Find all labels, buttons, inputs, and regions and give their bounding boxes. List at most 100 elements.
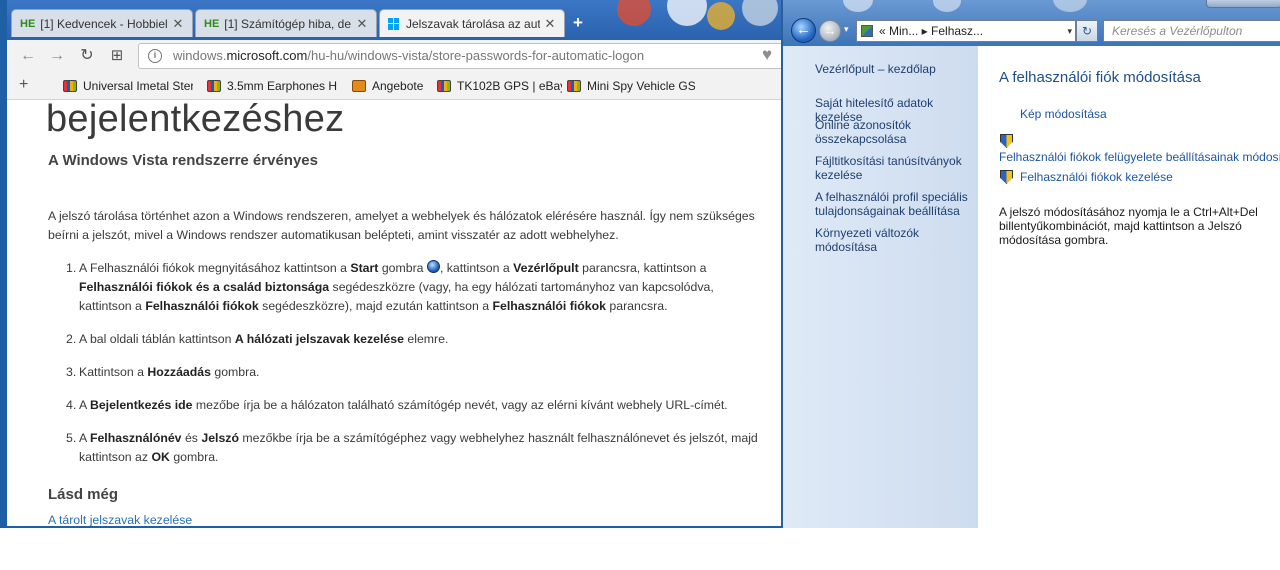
change-picture-link[interactable]: Kép módosítása bbox=[1020, 107, 1107, 121]
control-panel-main: A felhasználói fiók módosítása Kép módos… bbox=[978, 46, 1280, 528]
manage-user-accounts-link[interactable]: Felhasználói fiókok kezelése bbox=[1020, 170, 1173, 184]
bookmark-universal-imetal[interactable]: Universal Imetal Stere bbox=[63, 79, 193, 93]
page-title: bejelentkezéshez bbox=[46, 101, 345, 140]
back-button[interactable]: ← bbox=[18, 46, 38, 66]
control-panel-icon bbox=[861, 25, 873, 37]
url-prefix: windows. bbox=[173, 48, 227, 63]
bookmark-heart-icon[interactable]: ♥ bbox=[762, 45, 772, 65]
bookmark-earphones[interactable]: 3.5mm Earphones He bbox=[207, 79, 337, 93]
history-dropdown-icon[interactable]: ▾ bbox=[844, 24, 849, 35]
desktop-decoration bbox=[617, 0, 651, 26]
tab-close-icon[interactable]: ✕ bbox=[544, 16, 556, 32]
sidebar-item-advanced-profile-properties[interactable]: A felhasználói profil speciális tulajdon… bbox=[815, 190, 975, 218]
windows-start-orb-icon bbox=[426, 260, 440, 273]
tab-close-icon[interactable]: ✕ bbox=[356, 16, 368, 32]
step-text: Kattintson a Hozzáadás gombra. bbox=[79, 365, 260, 379]
step-number: 2. bbox=[66, 332, 77, 346]
ebay-icon bbox=[567, 80, 581, 92]
bookmark-label: Mini Spy Vehicle GSM bbox=[587, 79, 695, 93]
change-uac-settings-link[interactable]: Felhasználói fiókok felügyelete beállítá… bbox=[999, 150, 1280, 164]
control-panel-sidebar: Vezérlőpult – kezdőlap Saját hitelesítő … bbox=[783, 46, 978, 528]
web-page-content: bejelentkezéshez A Windows Vista rendsze… bbox=[7, 101, 781, 526]
he-favicon-icon: HE bbox=[204, 17, 220, 30]
bookmark-label: TK102B GPS | eBay bbox=[457, 79, 562, 93]
forward-button[interactable]: → bbox=[47, 46, 67, 66]
list-item: 3. Kattintson a Hozzáadás gombra. bbox=[66, 363, 768, 382]
control-panel-navbar: ← → ▾ « Min... ▸ Felhasz... ▾ ↻ Keresés … bbox=[783, 0, 1280, 46]
tab-strip: HE [1] Kedvencek - Hobbielek ✕ HE [1] Sz… bbox=[7, 0, 781, 40]
desktop-decoration bbox=[843, 0, 873, 12]
bookmarks-bar: + Universal Imetal Stere 3.5mm Earphones… bbox=[7, 72, 781, 100]
desktop-decoration bbox=[667, 0, 707, 26]
sidebar-item-link-online-ids[interactable]: Online azonosítók összekapcsolása bbox=[815, 118, 975, 146]
steps-list: 1. A Felhasználói fiókok megnyitásához k… bbox=[66, 259, 768, 481]
step-number: 1. bbox=[66, 261, 77, 275]
list-item: 5. A Felhasználónév és Jelszó mezőkbe ír… bbox=[66, 429, 768, 467]
desktop-screen: HE [1] Kedvencek - Hobbielek ✕ HE [1] Sz… bbox=[0, 0, 1280, 570]
page-subtitle: A Windows Vista rendszerre érvényes bbox=[48, 152, 318, 169]
step-text: A Bejelentkezés ide mezőbe írja be a hál… bbox=[79, 398, 728, 412]
password-change-note: A jelszó módosításához nyomja le a Ctrl+… bbox=[999, 205, 1258, 247]
windows-icon bbox=[388, 17, 400, 30]
he-favicon-icon: HE bbox=[20, 17, 36, 30]
step-number: 3. bbox=[66, 365, 77, 379]
tab-title: [1] Számítógép hiba, de m bbox=[224, 16, 352, 31]
see-also-heading: Lásd még bbox=[48, 486, 119, 503]
bookmark-tk102b-gps[interactable]: TK102B GPS | eBay bbox=[437, 79, 562, 93]
tab-szamitogep-hiba[interactable]: HE [1] Számítógép hiba, de m ✕ bbox=[195, 9, 377, 37]
tab-title: [1] Kedvencek - Hobbielek bbox=[40, 16, 168, 31]
tab-jelszavak[interactable]: Jelszavak tárolása az auton ✕ bbox=[379, 9, 565, 37]
address-bar[interactable]: i windows.microsoft.com/hu-hu/windows-vi… bbox=[138, 43, 781, 69]
site-info-icon[interactable]: i bbox=[148, 49, 162, 63]
bookmark-mini-spy[interactable]: Mini Spy Vehicle GSM bbox=[567, 79, 695, 93]
url-path: /hu-hu/windows-vista/store-passwords-for… bbox=[307, 48, 645, 63]
angebote-icon bbox=[352, 80, 366, 92]
uac-shield-icon bbox=[1000, 170, 1013, 185]
step-text: A Felhasználónév és Jelszó mezőkbe írja … bbox=[79, 431, 758, 464]
search-input[interactable]: Keresés a Vezérlőpulton bbox=[1103, 20, 1280, 42]
breadcrumb-address-bar[interactable]: « Min... ▸ Felhasz... ▾ bbox=[856, 20, 1076, 42]
step-number: 4. bbox=[66, 398, 77, 412]
refresh-button[interactable]: ↻ bbox=[1076, 20, 1098, 42]
list-item: 4. A Bejelentkezés ide mezőbe írja be a … bbox=[66, 396, 768, 415]
tab-title: Jelszavak tárolása az auton bbox=[406, 16, 540, 31]
desktop-decoration bbox=[933, 0, 961, 12]
apps-button[interactable]: ⊞ bbox=[107, 46, 127, 66]
back-button[interactable]: ← bbox=[791, 18, 816, 43]
url-host: microsoft.com bbox=[226, 48, 308, 63]
stored-passwords-link[interactable]: A tárolt jelszavak kezelése bbox=[48, 513, 192, 526]
step-number: 5. bbox=[66, 431, 77, 445]
desktop-decoration bbox=[1053, 0, 1087, 12]
add-bookmark-button[interactable]: + bbox=[19, 76, 28, 94]
desktop-decoration bbox=[707, 2, 735, 30]
bookmark-label: Universal Imetal Stere bbox=[83, 79, 193, 93]
page-title: A felhasználói fiók módosítása bbox=[999, 69, 1201, 86]
bookmark-label: 3.5mm Earphones He bbox=[227, 79, 337, 93]
sidebar-item-environment-variables[interactable]: Környezeti változók módosítása bbox=[815, 226, 975, 254]
desktop-decoration bbox=[742, 0, 778, 26]
ebay-icon bbox=[207, 80, 221, 92]
sidebar-item-file-encryption-certificates[interactable]: Fájltitkosítási tanúsítványok kezelése bbox=[815, 154, 975, 182]
forward-button[interactable]: → bbox=[819, 20, 841, 42]
new-tab-button[interactable]: + bbox=[569, 13, 587, 33]
ebay-icon bbox=[63, 80, 77, 92]
bookmark-angebote[interactable]: Angebote bbox=[352, 79, 432, 93]
ebay-icon bbox=[437, 80, 451, 92]
breadcrumb: « Min... ▸ Felhasz... bbox=[879, 24, 984, 38]
control-panel-window: ← → ▾ « Min... ▸ Felhasz... ▾ ↻ Keresés … bbox=[781, 0, 1280, 528]
window-controls[interactable] bbox=[1206, 0, 1280, 8]
sidebar-item-control-panel-home[interactable]: Vezérlőpult – kezdőlap bbox=[815, 62, 975, 76]
step-text: A bal oldali táblán kattintson A hálózat… bbox=[79, 332, 449, 346]
list-item: 2. A bal oldali táblán kattintson A háló… bbox=[66, 330, 768, 349]
browser-toolbar: ← → ↻ ⊞ i windows.microsoft.com/hu-hu/wi… bbox=[7, 40, 781, 72]
browser-window: HE [1] Kedvencek - Hobbielek ✕ HE [1] Sz… bbox=[0, 0, 781, 528]
step-text: A Felhasználói fiókok megnyitásához katt… bbox=[79, 260, 714, 313]
uac-shield-icon bbox=[1000, 134, 1013, 149]
bookmark-label: Angebote bbox=[372, 79, 424, 93]
tab-close-icon[interactable]: ✕ bbox=[172, 16, 184, 32]
list-item: 1. A Felhasználói fiókok megnyitásához k… bbox=[66, 259, 768, 316]
reload-button[interactable]: ↻ bbox=[77, 46, 97, 66]
address-dropdown-icon[interactable]: ▾ bbox=[1067, 21, 1072, 41]
intro-paragraph: A jelszó tárolása történhet azon a Windo… bbox=[48, 209, 755, 242]
tab-kedvencek[interactable]: HE [1] Kedvencek - Hobbielek ✕ bbox=[11, 9, 193, 37]
